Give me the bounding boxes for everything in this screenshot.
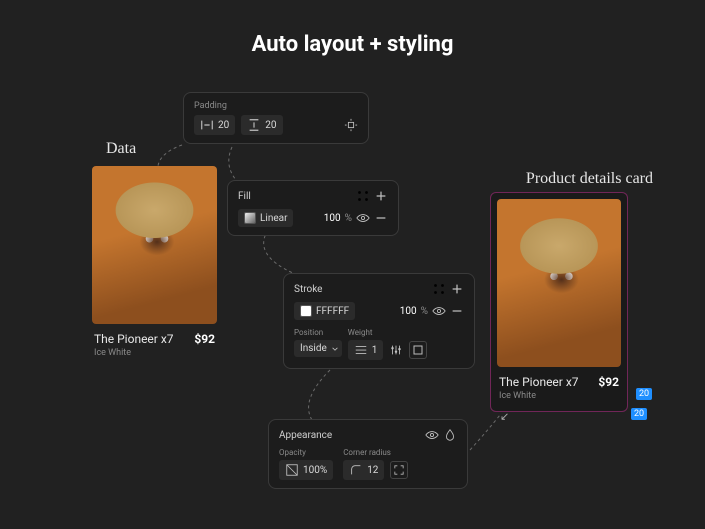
corner-radius-value: 12 [367,465,378,476]
corner-radius-icon [349,463,363,477]
plus-icon[interactable] [374,189,388,203]
styles-icon[interactable] [356,189,370,203]
minus-icon[interactable] [450,304,464,318]
product-price: $92 [598,375,619,389]
stroke-weight-value: 1 [372,345,378,356]
fill-opacity-value[interactable]: 100 [324,213,341,224]
product-card-source: The Pioneer x7 $92 Ice White [92,166,217,358]
stroke-position-label: Position [294,328,342,337]
padding-panel: Padding 20 20 [183,92,369,144]
opacity-icon [285,463,299,477]
fill-type-input[interactable]: Linear [238,209,293,227]
opacity-label: Opacity [279,448,333,457]
panel-title-fill: Fill [238,191,251,202]
panel-title-appearance: Appearance [279,430,332,441]
panel-title-stroke: Stroke [294,284,322,295]
padding-vertical-icon [247,118,261,132]
product-name: The Pioneer x7 [94,332,174,346]
spacing-annotation: 20 [631,408,647,420]
stroke-weight-input[interactable]: 1 [348,340,384,360]
panel-title-padding: Padding [194,101,358,111]
gradient-swatch-icon [244,212,256,224]
padding-h-value: 20 [218,120,229,131]
independent-corners-icon[interactable] [390,461,408,479]
opacity-input[interactable]: 100% [279,460,333,480]
stroke-weight-icon [354,343,368,357]
product-details-card[interactable]: The Pioneer x7 $92 Ice White [490,192,628,412]
stroke-position-select[interactable]: Inside [294,340,342,357]
stroke-position-value: Inside [300,343,327,354]
eye-icon[interactable] [356,211,370,225]
percent-label: % [345,213,352,224]
page-title: Auto layout + styling [0,32,705,57]
eye-icon[interactable] [432,304,446,318]
stroke-panel: Stroke FFFFFF 100 % Position Inside Weig… [283,273,475,369]
stroke-sides-icon[interactable] [409,341,427,359]
label-data-handwritten: Data [106,140,136,158]
spacing-annotation: 20 [636,388,652,400]
label-product-handwritten: Product details card [526,170,653,188]
padding-horizontal-icon [200,118,214,132]
corner-radius-input[interactable]: 12 [343,460,384,480]
plus-icon[interactable] [450,282,464,296]
opacity-value: 100% [303,465,327,476]
stroke-color-input[interactable]: FFFFFF [294,302,355,320]
stroke-hex-value: FFFFFF [316,306,349,317]
product-variant: Ice White [497,391,621,401]
padding-horizontal-input[interactable]: 20 [194,115,235,135]
styles-icon[interactable] [432,282,446,296]
corner-radius-label: Corner radius [343,448,408,457]
fill-type-value: Linear [260,213,287,224]
stroke-weight-label: Weight [348,328,428,337]
padding-vertical-input[interactable]: 20 [241,115,282,135]
product-price: $92 [194,332,215,346]
product-image [92,166,217,324]
appearance-panel: Appearance Opacity 100% Corner radius 12 [268,419,468,489]
fill-panel: Fill Linear 100 % [227,180,399,236]
product-image [497,199,621,367]
resize-handle-icon[interactable]: ↙ [500,410,509,423]
chevron-down-icon [331,345,339,353]
percent-label: % [421,306,428,317]
stroke-settings-icon[interactable] [389,343,403,357]
product-name: The Pioneer x7 [499,375,579,389]
product-variant: Ice White [92,348,217,358]
stroke-opacity-value[interactable]: 100 [400,306,417,317]
eye-icon[interactable] [425,428,439,442]
padding-v-value: 20 [265,120,276,131]
blend-mode-icon[interactable] [443,428,457,442]
independent-padding-icon[interactable] [344,118,358,132]
color-swatch-icon [300,305,312,317]
minus-icon[interactable] [374,211,388,225]
